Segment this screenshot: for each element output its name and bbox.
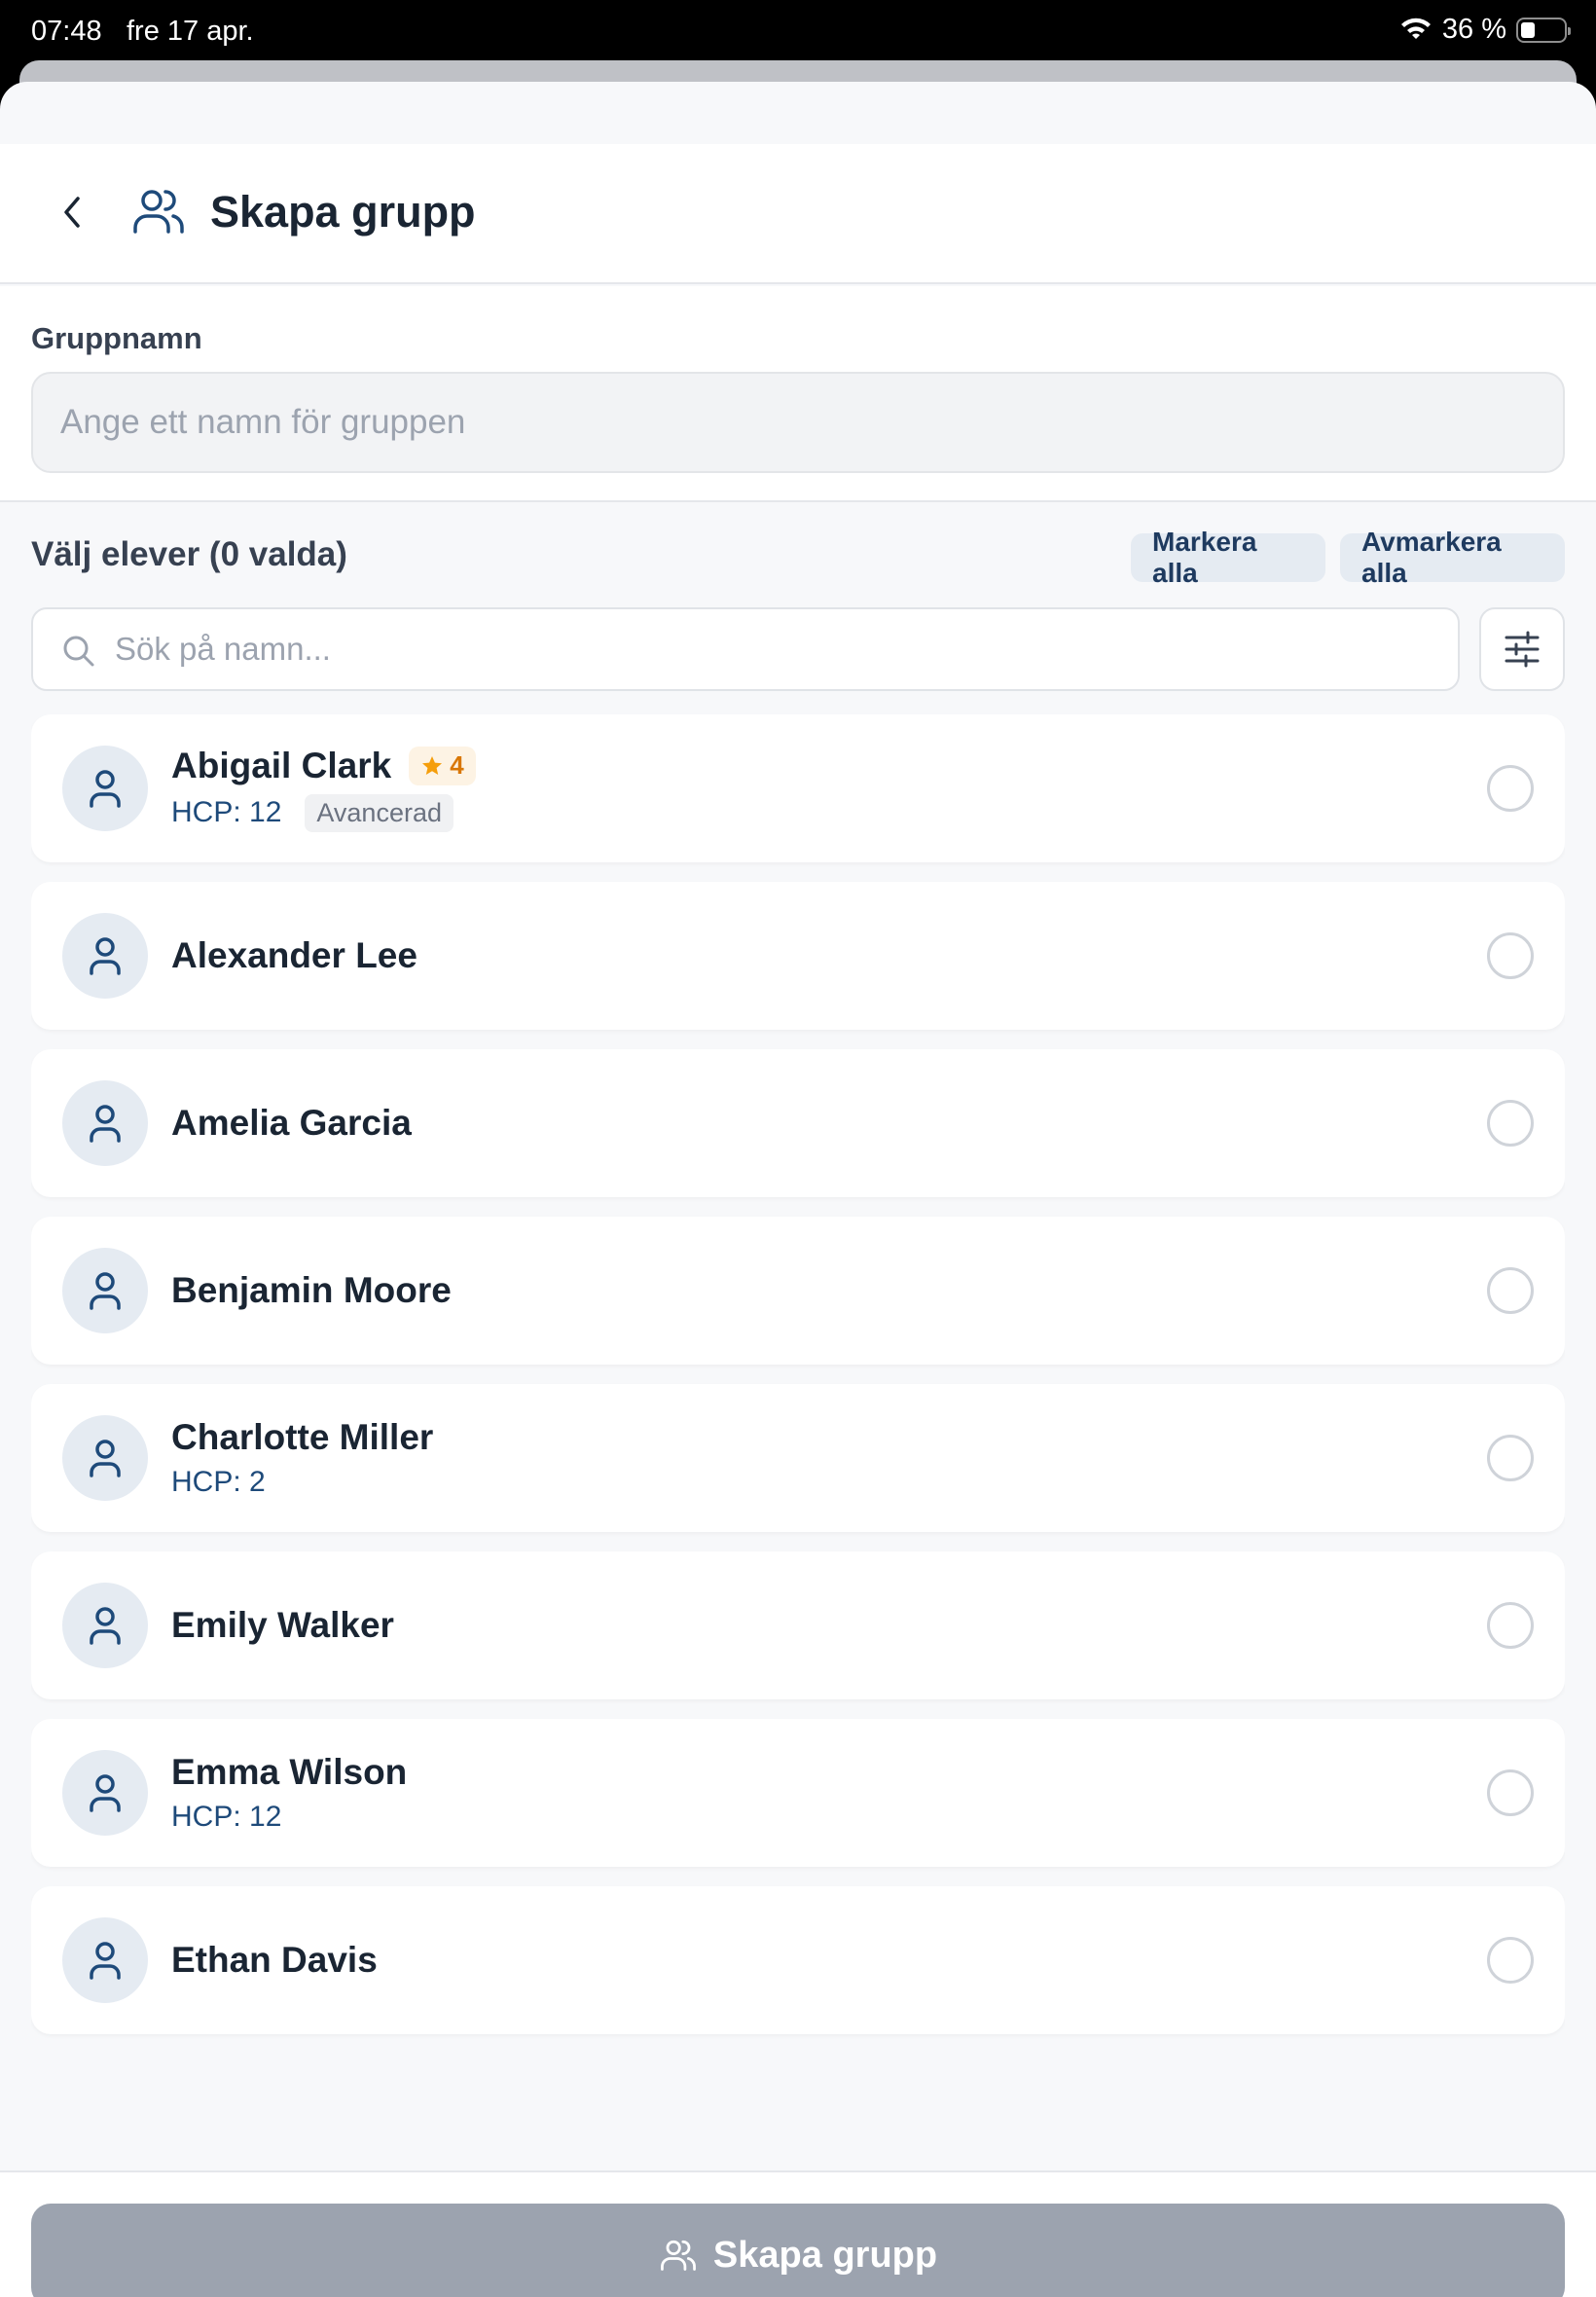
student-info: Amelia Garcia <box>171 1049 412 1197</box>
search-icon <box>63 636 94 667</box>
student-name: Emily Walker <box>171 1605 394 1645</box>
student-card[interactable]: Amelia Garcia <box>31 1049 1565 1197</box>
rating-badge: 4 <box>409 746 476 785</box>
deselect-all-button[interactable]: Avmarkera alla <box>1340 527 1565 588</box>
student-name: Benjamin Moore <box>171 1270 452 1310</box>
select-students-heading: Välj elever (0 valda) <box>31 535 347 573</box>
student-meta: HCP: 2 <box>171 1466 433 1499</box>
user-icon <box>90 1105 121 1143</box>
status-bar: 07:48 fre 17 apr. 36 % <box>0 0 1596 62</box>
wifi-icon <box>1400 18 1431 39</box>
avatar <box>62 1248 148 1333</box>
student-name: Charlotte Miller <box>171 1417 434 1457</box>
avatar <box>62 1583 148 1668</box>
sliders-icon <box>1505 631 1540 668</box>
users-icon <box>133 190 184 234</box>
footer: Skapa grupp <box>0 2170 1596 2297</box>
student-name: Abigail Clark <box>171 745 392 785</box>
student-info: Alexander Lee <box>171 882 417 1030</box>
select-radio[interactable] <box>1487 1937 1534 1984</box>
battery-percent: 36 % <box>1441 14 1506 45</box>
user-icon <box>90 1440 121 1477</box>
student-meta: HCP: 12 <box>171 1801 407 1834</box>
student-card[interactable]: Charlotte Miller HCP: 2 <box>31 1384 1565 1532</box>
student-meta: HCP: 12 Avancerad <box>171 793 476 832</box>
student-name: Amelia Garcia <box>171 1103 412 1143</box>
search-input[interactable] <box>115 609 1438 689</box>
avatar <box>62 1750 148 1836</box>
avatar <box>62 1415 148 1501</box>
avatar <box>62 913 148 999</box>
user-icon <box>90 937 121 975</box>
create-group-sheet: Skapa grupp Gruppnamn Välj elever (0 val… <box>0 82 1596 2297</box>
student-name: Ethan Davis <box>171 1940 378 1980</box>
select-radio[interactable] <box>1487 1267 1534 1314</box>
create-group-label: Skapa grupp <box>712 2234 938 2276</box>
student-info: Benjamin Moore <box>171 1217 452 1365</box>
user-icon <box>90 1942 121 1980</box>
student-card[interactable]: Ethan Davis <box>31 1886 1565 2034</box>
back-button[interactable] <box>51 191 93 234</box>
student-card[interactable]: Benjamin Moore <box>31 1217 1565 1365</box>
battery-icon <box>1516 17 1571 43</box>
student-card[interactable]: Abigail Clark 4 HCP: 12 Avancerad <box>31 714 1565 862</box>
chevron-left-icon <box>64 197 80 228</box>
user-icon <box>90 1774 121 1812</box>
status-time: 07:48 <box>31 16 102 47</box>
create-group-button[interactable]: Skapa grupp <box>31 2204 1565 2297</box>
select-radio[interactable] <box>1487 1100 1534 1147</box>
select-radio[interactable] <box>1487 1769 1534 1816</box>
student-card[interactable]: Emma Wilson HCP: 12 <box>31 1719 1565 1867</box>
student-card[interactable]: Alexander Lee <box>31 882 1565 1030</box>
user-icon <box>90 770 121 808</box>
student-info: Emma Wilson HCP: 12 <box>171 1719 407 1867</box>
user-icon <box>90 1272 121 1310</box>
rating-value: 4 <box>450 750 464 780</box>
student-info: Ethan Davis <box>171 1886 378 2034</box>
student-card[interactable]: Emily Walker <box>31 1551 1565 1699</box>
student-name-row: Abigail Clark 4 <box>171 746 476 786</box>
user-icon <box>90 1607 121 1645</box>
group-name-input[interactable] <box>31 372 1565 473</box>
student-hcp: HCP: 12 <box>171 1801 282 1833</box>
student-info: Emily Walker <box>171 1551 394 1699</box>
student-hcp: HCP: 2 <box>171 1466 266 1498</box>
avatar <box>62 1917 148 2003</box>
select-radio[interactable] <box>1487 765 1534 812</box>
group-name-section: Gruppnamn <box>0 286 1596 502</box>
avatar <box>62 746 148 831</box>
select-radio[interactable] <box>1487 1435 1534 1481</box>
star-icon <box>422 755 443 775</box>
page-title: Skapa grupp <box>210 187 476 237</box>
status-date: fre 17 apr. <box>127 16 254 47</box>
select-radio[interactable] <box>1487 1602 1534 1649</box>
group-name-label: Gruppnamn <box>31 321 202 355</box>
student-list: Abigail Clark 4 HCP: 12 Avancerad Alexan… <box>31 714 1565 2052</box>
student-name: Alexander Lee <box>171 935 417 975</box>
users-icon <box>660 2240 696 2271</box>
select-all-button[interactable]: Markera alla <box>1131 527 1325 588</box>
level-badge: Avancerad <box>305 793 453 832</box>
header: Skapa grupp <box>0 144 1596 284</box>
select-radio[interactable] <box>1487 932 1534 979</box>
student-hcp: HCP: 12 <box>171 796 282 828</box>
student-info: Charlotte Miller HCP: 2 <box>171 1384 433 1532</box>
student-name: Emma Wilson <box>171 1752 408 1792</box>
avatar <box>62 1080 148 1166</box>
student-info: Abigail Clark 4 HCP: 12 Avancerad <box>171 714 476 862</box>
status-right: 36 % <box>1399 14 1571 46</box>
search-box <box>31 607 1460 691</box>
filter-button[interactable] <box>1479 607 1565 691</box>
